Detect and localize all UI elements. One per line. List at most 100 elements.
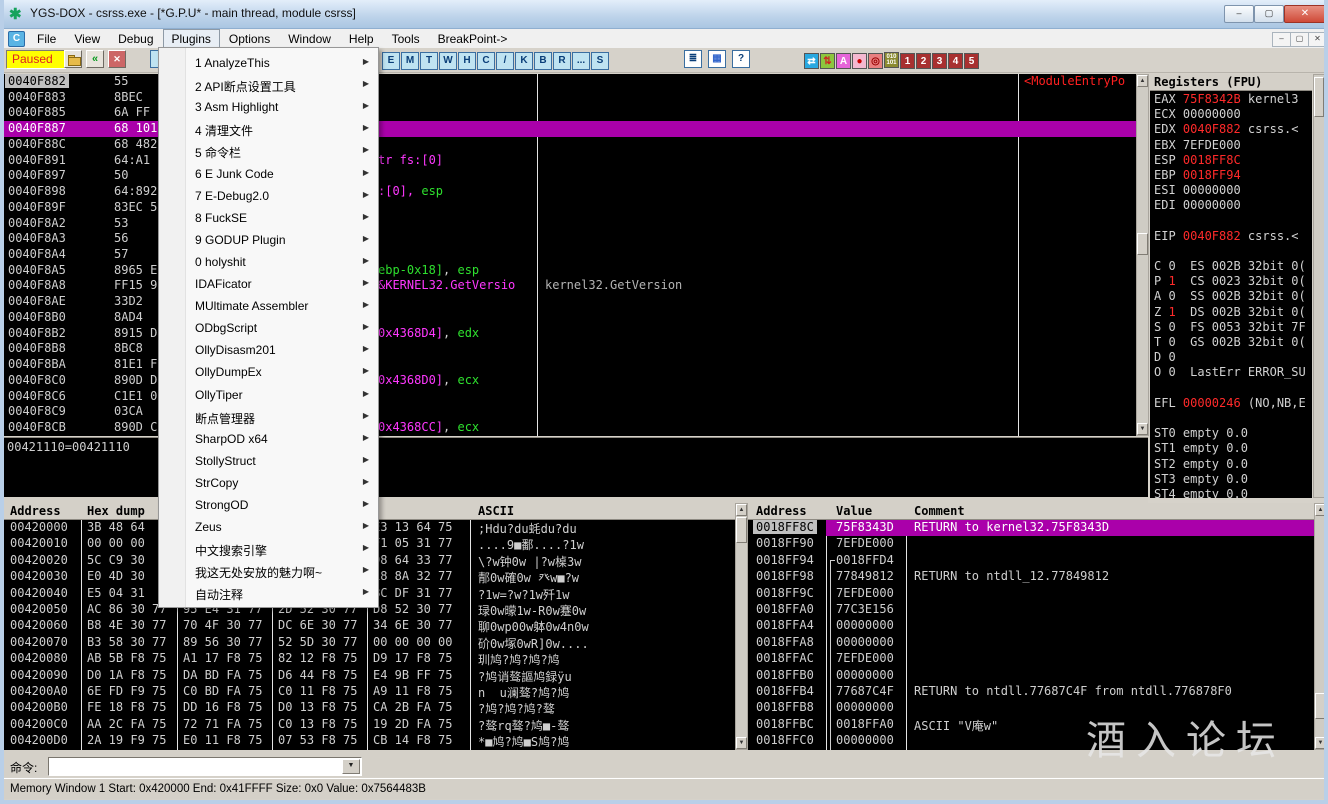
maximize-button[interactable]: ▢ xyxy=(1254,5,1284,23)
stack-row[interactable]: 0018FFAC7EFDE000 xyxy=(748,651,1314,667)
plugins-menu-item-13[interactable]: ODbgScript▶ xyxy=(160,317,376,339)
stack-row[interactable]: 0018FFB477687C4FRETURN to ntdll.77687C4F… xyxy=(748,684,1314,700)
plugins-menu-item-15[interactable]: OllyDumpEx▶ xyxy=(160,361,376,383)
plugins-menu-item-9[interactable]: 9 GODUP Plugin▶ xyxy=(160,229,376,251)
dump-row[interactable]: 004200B0FE 18 F8 75DD 16 F8 75D0 13 F8 7… xyxy=(4,700,735,716)
dump-row[interactable]: 004200C0AA 2C FA 7572 71 FA 75C0 13 F8 7… xyxy=(4,717,735,733)
open-file-button[interactable] xyxy=(64,50,82,68)
menu-plugins[interactable]: Plugins xyxy=(163,29,220,48)
window-button-E[interactable]: E xyxy=(382,52,400,70)
stack-row[interactable]: 0018FFA800000000 xyxy=(748,635,1314,651)
dump-row[interactable]: 00420070B3 58 30 7789 56 30 7752 5D 30 7… xyxy=(4,635,735,651)
register-line[interactable]: S 0 FS 0053 32bit 7F xyxy=(1154,320,1312,335)
register-line[interactable]: EFL 00000246 (NO,NB,E xyxy=(1154,396,1312,411)
dump-row[interactable]: 00420060B8 4E 30 7770 4F 30 77DC 6E 30 7… xyxy=(4,618,735,634)
plugins-menu-item-14[interactable]: OllyDisasm201▶ xyxy=(160,339,376,361)
dump-row[interactable]: 004200D02A 19 F9 75E0 11 F8 7507 53 F8 7… xyxy=(4,733,735,749)
register-line[interactable]: P 1 CS 0023 32bit 0( xyxy=(1154,274,1312,289)
window-button-H[interactable]: H xyxy=(458,52,476,70)
child-minimize-button[interactable]: – xyxy=(1272,32,1291,47)
register-line[interactable]: Z 1 DS 002B 32bit 0( xyxy=(1154,305,1312,320)
window-button-T[interactable]: T xyxy=(420,52,438,70)
breakpoint-slot-button-3[interactable]: 3 xyxy=(932,53,947,69)
plugins-menu-item-5[interactable]: 5 命令栏▶ xyxy=(160,140,376,162)
disasm-scroll-thumb[interactable] xyxy=(1137,233,1148,255)
dump-scroll-up[interactable]: ▲ xyxy=(736,504,747,516)
register-line[interactable]: ST0 empty 0.0 xyxy=(1154,426,1312,441)
menu-help[interactable]: Help xyxy=(340,29,383,48)
stack-row[interactable]: 0018FFB000000000 xyxy=(748,668,1314,684)
close-process-button[interactable]: ✕ xyxy=(108,50,126,68)
plugins-menu-item-4[interactable]: 4 清理文件▶ xyxy=(160,118,376,140)
register-line[interactable] xyxy=(1154,214,1312,229)
window-button-K[interactable]: K xyxy=(515,52,533,70)
register-line[interactable]: ECX 00000000 xyxy=(1154,107,1312,122)
child-restore-button[interactable]: ▢ xyxy=(1290,32,1309,47)
command-input[interactable]: ▼ xyxy=(48,757,362,776)
dump-row[interactable]: 00420090D0 1A F8 75DA BD FA 75D6 44 F8 7… xyxy=(4,668,735,684)
register-line[interactable]: EDX 0040F882 csrss.< xyxy=(1154,122,1312,137)
menu-tools[interactable]: Tools xyxy=(383,29,429,48)
spiral-icon[interactable]: ◎ xyxy=(868,53,883,69)
register-line[interactable]: EBP 0018FF94 xyxy=(1154,168,1312,183)
menu-debug[interactable]: Debug xyxy=(109,29,162,48)
stack-row[interactable]: 0018FF940018FFD4 xyxy=(748,553,1314,569)
stack-row[interactable]: 0018FFA077C3E156 xyxy=(748,602,1314,618)
dump-scroll-down[interactable]: ▼ xyxy=(736,737,747,749)
menu-window[interactable]: Window xyxy=(279,29,340,48)
menu-view[interactable]: View xyxy=(65,29,109,48)
register-line[interactable]: D 0 xyxy=(1154,350,1312,365)
record-dot-icon[interactable]: ● xyxy=(852,53,867,69)
minimize-button[interactable]: – xyxy=(1224,5,1254,23)
register-line[interactable]: ST4 empty 0.0 xyxy=(1154,487,1312,498)
swap-icon[interactable]: ⇄ xyxy=(804,53,819,69)
plugins-menu-item-7[interactable]: 7 E-Debug2.0▶ xyxy=(160,185,376,207)
window-button-R[interactable]: R xyxy=(553,52,571,70)
plugins-menu-item-16[interactable]: OllyTiper▶ xyxy=(160,384,376,406)
menu-breakpoint[interactable]: BreakPoint-> xyxy=(429,29,517,48)
dump-row[interactable]: 00420080AB 5B F8 75A1 17 F8 7582 12 F8 7… xyxy=(4,651,735,667)
window-button-slash[interactable]: / xyxy=(496,52,514,70)
register-line[interactable]: EDI 00000000 xyxy=(1154,198,1312,213)
register-line[interactable]: A 0 SS 002B 32bit 0( xyxy=(1154,289,1312,304)
menu-file[interactable]: File xyxy=(28,29,65,48)
plugins-menu-item-10[interactable]: 0 holyshit▶ xyxy=(160,251,376,273)
plugins-menu-item-17[interactable]: 断点管理器▶ xyxy=(160,406,376,428)
plugins-menu-item-20[interactable]: StrCopy▶ xyxy=(160,472,376,494)
register-line[interactable]: EBX 7EFDE000 xyxy=(1154,138,1312,153)
register-line[interactable]: T 0 GS 002B 32bit 0( xyxy=(1154,335,1312,350)
stack-row[interactable]: 0018FF8C75F8343DRETURN to kernel32.75F83… xyxy=(748,520,1314,536)
plugins-menu-item-11[interactable]: IDAFicator▶ xyxy=(160,273,376,295)
plugins-menu-item-21[interactable]: StrongOD▶ xyxy=(160,494,376,516)
breakpoint-slot-button-4[interactable]: 4 xyxy=(948,53,963,69)
register-line[interactable]: ST1 empty 0.0 xyxy=(1154,441,1312,456)
register-line[interactable]: O 0 LastErr ERROR_SU xyxy=(1154,365,1312,380)
plugins-menu-item-24[interactable]: 我这无处安放的魅力啊~▶ xyxy=(160,560,376,582)
scroll-down-arrow[interactable]: ▼ xyxy=(1137,423,1148,435)
binary-icon[interactable]: 010101 xyxy=(884,52,899,68)
plugins-menu-item-2[interactable]: 2 API断点设置工具▶ xyxy=(160,74,376,96)
register-line[interactable]: C 0 ES 002B 32bit 0( xyxy=(1154,259,1312,274)
registers-scroll-thumb[interactable] xyxy=(1314,77,1324,117)
plugins-menu-item-23[interactable]: 中文搜索引擎▶ xyxy=(160,538,376,560)
plugins-menu-item-19[interactable]: StollyStruct▶ xyxy=(160,450,376,472)
register-line[interactable]: ST2 empty 0.0 xyxy=(1154,457,1312,472)
dump-row[interactable]: 004200A06E FD F9 75C0 BD FA 75C0 11 F8 7… xyxy=(4,684,735,700)
breakpoint-slot-button-2[interactable]: 2 xyxy=(916,53,931,69)
appearance-button[interactable]: ▦ xyxy=(708,50,726,68)
window-button-M[interactable]: M xyxy=(401,52,419,70)
register-line[interactable]: ESI 00000000 xyxy=(1154,183,1312,198)
cpu-window-icon[interactable]: C xyxy=(8,31,25,47)
plugins-menu-item-22[interactable]: Zeus▶ xyxy=(160,516,376,538)
menu-options[interactable]: Options xyxy=(220,29,279,48)
plugins-menu-item-1[interactable]: 1 AnalyzeThis▶ xyxy=(160,52,376,74)
dump-scroll-thumb[interactable] xyxy=(736,517,747,543)
plugins-menu-item-8[interactable]: 8 FuckSE▶ xyxy=(160,207,376,229)
help-button[interactable]: ? xyxy=(732,50,750,68)
window-button-S[interactable]: S xyxy=(591,52,609,70)
register-line[interactable] xyxy=(1154,244,1312,259)
register-line[interactable]: ESP 0018FF8C xyxy=(1154,153,1312,168)
window-button-W[interactable]: W xyxy=(439,52,457,70)
plugins-menu-item-6[interactable]: 6 E Junk Code▶ xyxy=(160,163,376,185)
plugins-menu-item-12[interactable]: MUltimate Assembler▶ xyxy=(160,295,376,317)
